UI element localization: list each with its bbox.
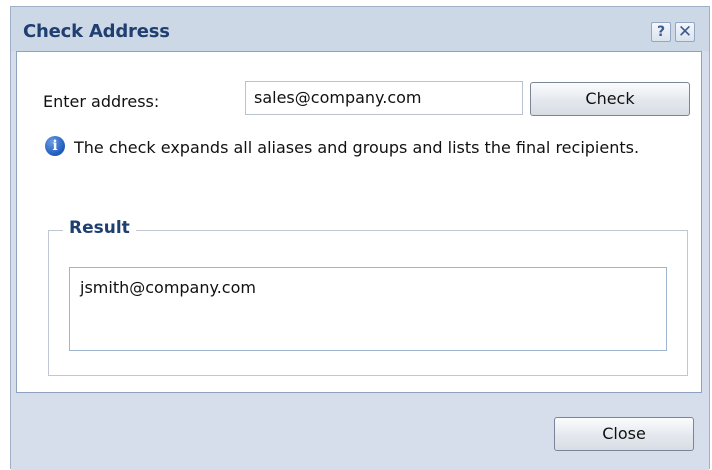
dialog-title: Check Address [23, 21, 170, 42]
result-list[interactable]: jsmith@company.com [69, 267, 667, 351]
address-input[interactable]: sales@company.com [245, 81, 523, 115]
result-legend: Result [63, 218, 136, 238]
info-message: The check expands all aliases and groups… [74, 138, 640, 157]
dialog-body: Enter address: sales@company.com Check i… [16, 51, 702, 393]
close-button[interactable]: Close [554, 417, 694, 451]
dialog-titlebar: Check Address ? ✕ [11, 7, 709, 51]
result-group: Result jsmith@company.com [48, 218, 688, 376]
dialog-footer: Close [11, 393, 709, 470]
info-icon: i [45, 136, 65, 156]
check-button[interactable]: Check [530, 82, 690, 116]
address-label: Enter address: [43, 92, 160, 111]
help-icon[interactable]: ? [651, 22, 671, 42]
result-item: jsmith@company.com [80, 278, 256, 297]
check-address-dialog: Check Address ? ✕ Enter address: sales@c… [10, 6, 710, 470]
close-icon[interactable]: ✕ [675, 22, 695, 42]
